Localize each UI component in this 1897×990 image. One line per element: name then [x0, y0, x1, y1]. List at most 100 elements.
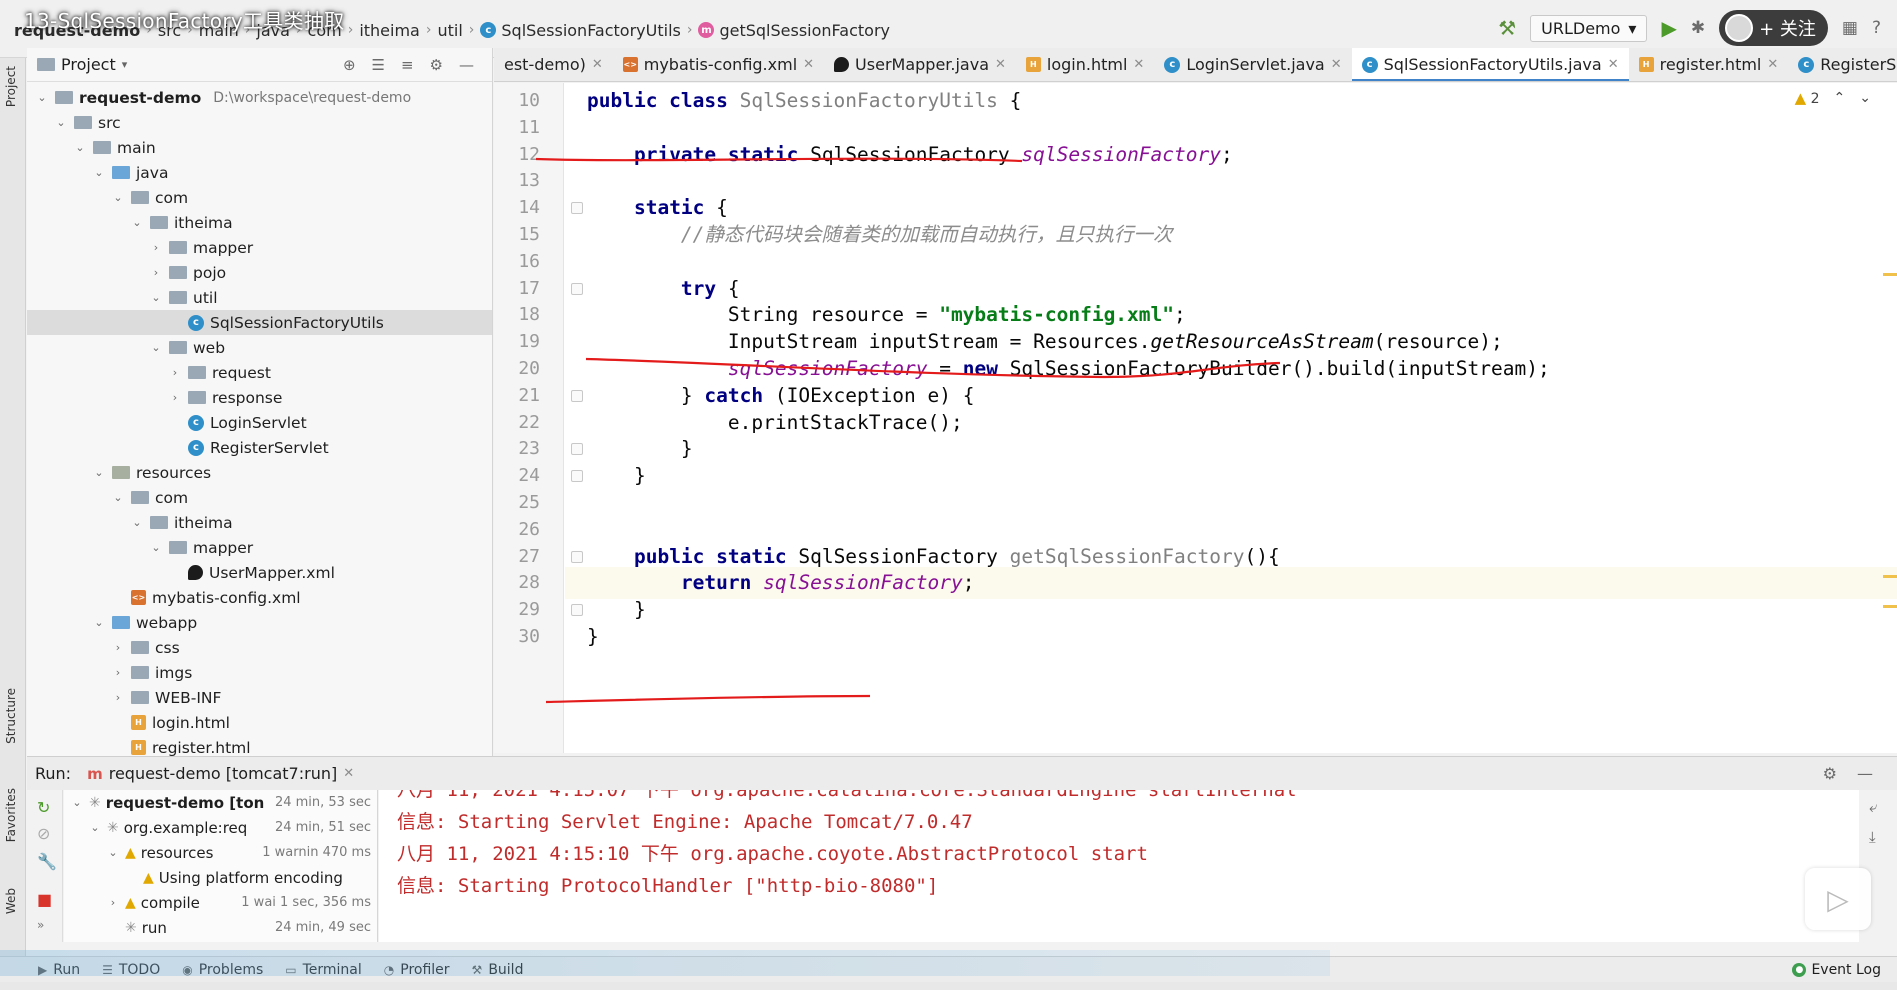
gear-icon[interactable]: ⚙: [1823, 764, 1837, 783]
chevron-right-icon[interactable]: ›: [168, 366, 182, 379]
chevron-down-icon[interactable]: ⌄: [1859, 90, 1871, 106]
run-tree-item[interactable]: ⌄ ✳ org.example:req 24 min, 51 sec: [64, 815, 377, 840]
editor-tab[interactable]: c RegisterServl: [1788, 48, 1897, 81]
tree-item[interactable]: ⌄ com: [27, 485, 492, 510]
chevron-down-icon[interactable]: ⌄: [130, 516, 144, 529]
run-tree-item[interactable]: ✳ run 24 min, 49 sec: [64, 915, 377, 940]
chevron-down-icon[interactable]: ⌄: [88, 821, 102, 834]
close-icon[interactable]: ✕: [1608, 57, 1619, 72]
stop-icon[interactable]: ■: [37, 890, 52, 909]
code-line[interactable]: }: [587, 460, 646, 492]
chevron-down-icon[interactable]: ⌄: [149, 541, 163, 554]
close-icon[interactable]: ✕: [343, 766, 354, 781]
fold-marker-icon[interactable]: [571, 389, 583, 402]
code-line[interactable]: //静态代码块会随着类的加载而自动执行，且只执行一次: [587, 219, 1172, 251]
chevron-down-icon[interactable]: ⌄: [92, 166, 106, 179]
code-line[interactable]: private static SqlSessionFactory sqlSess…: [587, 139, 1233, 171]
tree-item[interactable]: c RegisterServlet: [27, 435, 492, 460]
tree-item[interactable]: ⌄ java: [27, 160, 492, 185]
layout-icon[interactable]: ▦: [1842, 18, 1858, 38]
chevron-down-icon[interactable]: ⌄: [149, 291, 163, 304]
fold-marker-icon[interactable]: [571, 202, 583, 215]
tree-item[interactable]: › pojo: [27, 260, 492, 285]
expand-all-icon[interactable]: ☰: [372, 56, 385, 74]
run-config-dropdown[interactable]: URLDemo ▾: [1530, 14, 1648, 42]
follow-button[interactable]: + 关注: [1719, 10, 1828, 46]
toggle-icon[interactable]: ⊘: [37, 824, 50, 843]
close-icon[interactable]: ✕: [1767, 57, 1778, 72]
editor-tab[interactable]: c LoginServlet.java ✕: [1154, 48, 1351, 81]
fold-marker-icon[interactable]: [571, 443, 583, 456]
tree-item[interactable]: ⌄ mapper: [27, 535, 492, 560]
editor-tab[interactable]: UserMapper.java ✕: [824, 48, 1016, 81]
collapse-all-icon[interactable]: ≡: [401, 56, 414, 74]
help-icon[interactable]: ?: [1872, 18, 1881, 38]
inspection-indicator[interactable]: ▲ 2 ⌃ ⌄: [1795, 89, 1871, 107]
chevron-right-icon[interactable]: ›: [168, 391, 182, 404]
code-line[interactable]: public class SqlSessionFactoryUtils {: [587, 85, 1021, 117]
bottom-tool-terminal[interactable]: ▭ Terminal: [285, 962, 362, 978]
tree-item[interactable]: ⌄ webapp: [27, 610, 492, 635]
tree-item[interactable]: › mapper: [27, 235, 492, 260]
tree-item[interactable]: ⌄ request-demo D:\workspace\request-demo: [27, 85, 492, 110]
tree-item[interactable]: c SqlSessionFactoryUtils: [27, 310, 492, 335]
video-play-icon[interactable]: ▷: [1805, 868, 1871, 930]
chevron-right-icon[interactable]: ›: [111, 641, 125, 654]
fold-marker-icon[interactable]: [571, 470, 583, 483]
fold-marker-icon[interactable]: [571, 604, 583, 617]
close-icon[interactable]: ✕: [995, 57, 1006, 72]
editor-tab[interactable]: c SqlSessionFactoryUtils.java ✕: [1351, 48, 1629, 81]
tree-item[interactable]: ⌄ src: [27, 110, 492, 135]
debug-icon[interactable]: ✱: [1691, 18, 1705, 38]
run-tree-item[interactable]: ▲ Using platform encoding: [64, 865, 377, 890]
chevron-down-icon[interactable]: ⌄: [149, 341, 163, 354]
run-tree-item[interactable]: ⌄ ✳ request-demo [ton 24 min, 53 sec: [64, 790, 377, 815]
chevron-down-icon[interactable]: ⌄: [92, 466, 106, 479]
breadcrumb-item[interactable]: c SqlSessionFactoryUtils: [480, 21, 681, 40]
bottom-tool-run[interactable]: ▶ Run: [38, 962, 80, 978]
tree-item[interactable]: UserMapper.xml: [27, 560, 492, 585]
tree-item[interactable]: <> mybatis-config.xml: [27, 585, 492, 610]
editor-tab[interactable]: Hregister.html ✕: [1629, 48, 1789, 81]
project-stripe-label[interactable]: Project: [4, 66, 18, 107]
project-panel-title[interactable]: Project: [61, 55, 116, 74]
close-icon[interactable]: ✕: [592, 57, 603, 72]
gear-icon[interactable]: ⚙: [430, 56, 443, 74]
chevron-right-icon[interactable]: ›: [149, 241, 163, 254]
tree-item[interactable]: ⌄ itheima: [27, 510, 492, 535]
locate-icon[interactable]: ⊕: [343, 56, 356, 74]
bottom-tool-build[interactable]: ⚒ Build: [472, 962, 524, 978]
more-icon[interactable]: »: [37, 918, 44, 932]
chevron-right-icon[interactable]: ›: [106, 896, 120, 909]
tree-item[interactable]: › WEB-INF: [27, 685, 492, 710]
structure-stripe-label[interactable]: Structure: [4, 688, 18, 744]
rerun-icon[interactable]: ↻: [37, 798, 50, 817]
run-play-icon[interactable]: ▶: [1661, 16, 1676, 40]
event-log-button[interactable]: ● Event Log: [1792, 962, 1897, 978]
fold-marker-icon[interactable]: [571, 282, 583, 295]
chevron-down-icon[interactable]: ⌄: [70, 796, 84, 809]
editor-tab[interactable]: est-demo) ✕: [494, 48, 613, 81]
chevron-down-icon[interactable]: ⌄: [106, 846, 120, 859]
tree-item[interactable]: ⌄ resources: [27, 460, 492, 485]
editor-tab[interactable]: Hlogin.html ✕: [1016, 48, 1154, 81]
tree-item[interactable]: › css: [27, 635, 492, 660]
close-icon[interactable]: ✕: [1331, 57, 1342, 72]
tree-item[interactable]: c LoginServlet: [27, 410, 492, 435]
chevron-down-icon[interactable]: ⌄: [130, 216, 144, 229]
tree-item[interactable]: ⌄ main: [27, 135, 492, 160]
chevron-right-icon[interactable]: ›: [149, 266, 163, 279]
run-tree-item[interactable]: ⌄ ▲ resources 1 warnin 470 ms: [64, 840, 377, 865]
tree-item[interactable]: › response: [27, 385, 492, 410]
tree-item[interactable]: Hlogin.html: [27, 710, 492, 735]
chevron-down-icon[interactable]: ⌄: [111, 491, 125, 504]
fold-marker-icon[interactable]: [571, 550, 583, 563]
close-icon[interactable]: ✕: [803, 57, 814, 72]
scroll-to-end-icon[interactable]: ⤓: [1869, 828, 1876, 846]
favorites-stripe-label[interactable]: Favorites: [4, 788, 18, 842]
bottom-tool-profiler[interactable]: ◔ Profiler: [384, 962, 450, 978]
run-tab-tomcat[interactable]: m request-demo [tomcat7:run] ✕: [79, 764, 362, 783]
breadcrumb-item[interactable]: util: [437, 21, 462, 40]
tree-item[interactable]: ⌄ web: [27, 335, 492, 360]
wrench-icon[interactable]: 🔧: [37, 852, 57, 871]
